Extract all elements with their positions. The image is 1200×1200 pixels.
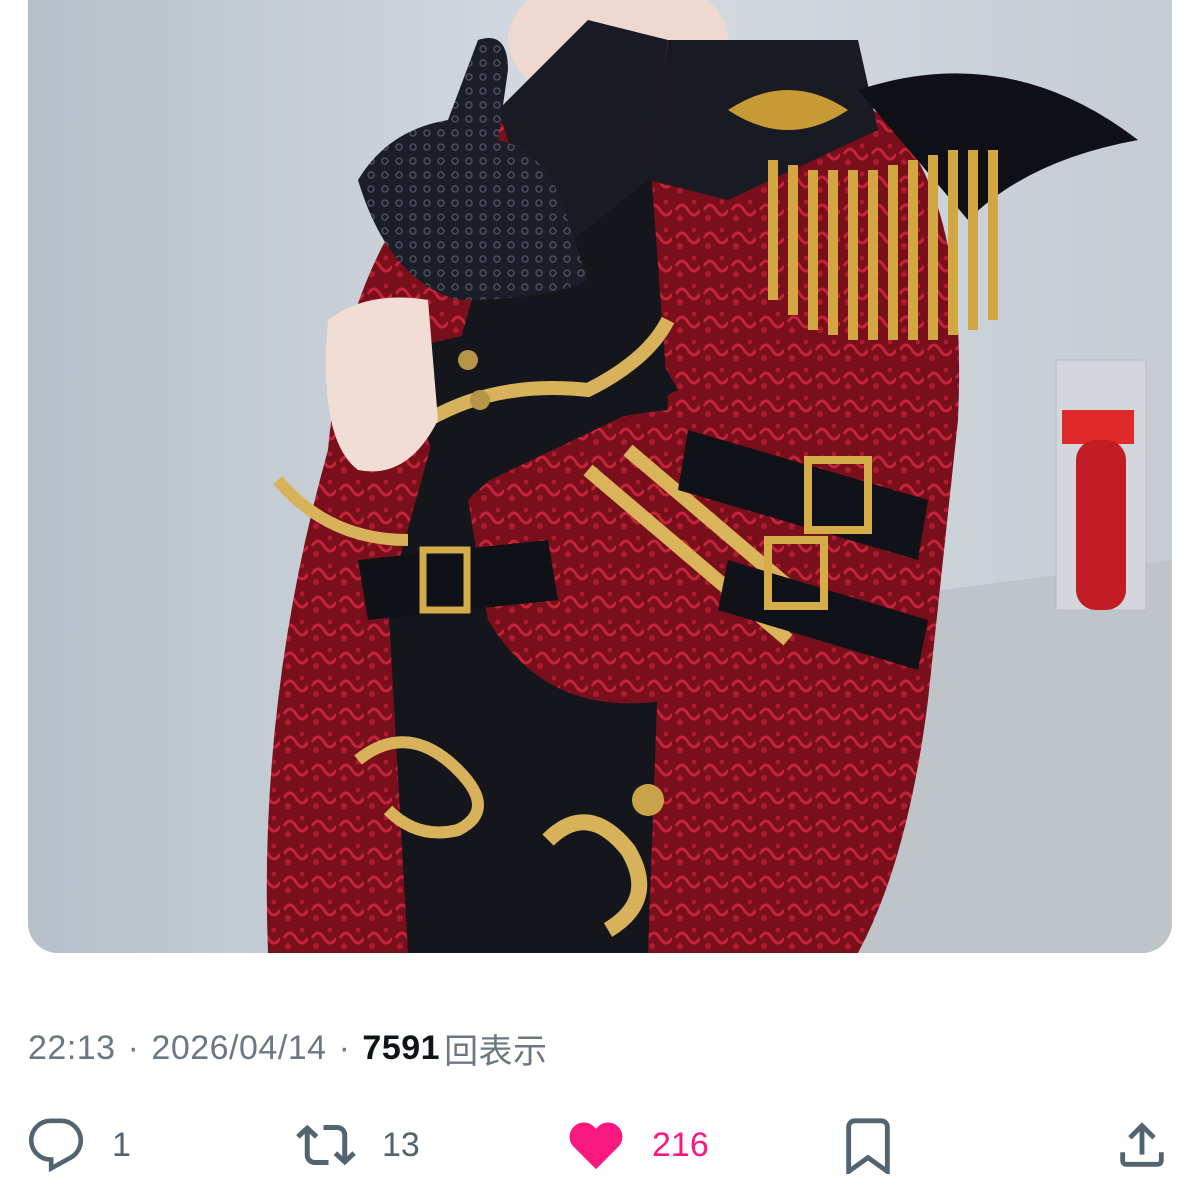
retweet-count: 13 — [382, 1125, 420, 1164]
views-label: 回表示 — [444, 1032, 548, 1071]
share-button[interactable] — [1112, 1112, 1172, 1178]
tweet-date[interactable]: 2026/04/14 — [151, 1029, 326, 1068]
meta-separator: · — [338, 1028, 351, 1067]
tweet-time[interactable]: 22:13 — [28, 1029, 116, 1068]
bookmark-button[interactable] — [838, 1112, 898, 1178]
reply-count: 1 — [112, 1125, 131, 1164]
reply-icon — [26, 1115, 86, 1175]
like-count: 216 — [652, 1125, 709, 1164]
tweet-meta: 22:13 · 2026/04/14 · 7591 回表示 — [28, 1022, 548, 1074]
tweet-action-bar: 1 13 216 — [0, 1100, 1200, 1190]
meta-separator: · — [127, 1028, 140, 1067]
retweet-button[interactable]: 13 — [296, 1112, 420, 1178]
like-button[interactable]: 216 — [566, 1112, 709, 1178]
bookmark-icon — [838, 1115, 898, 1175]
views-count[interactable]: 7591 — [362, 1029, 440, 1068]
photo-illustration — [28, 0, 1172, 953]
tweet-photo[interactable] — [28, 0, 1172, 953]
like-icon — [566, 1115, 626, 1175]
retweet-icon — [296, 1115, 356, 1175]
share-icon — [1112, 1115, 1172, 1175]
reply-button[interactable]: 1 — [26, 1112, 131, 1178]
